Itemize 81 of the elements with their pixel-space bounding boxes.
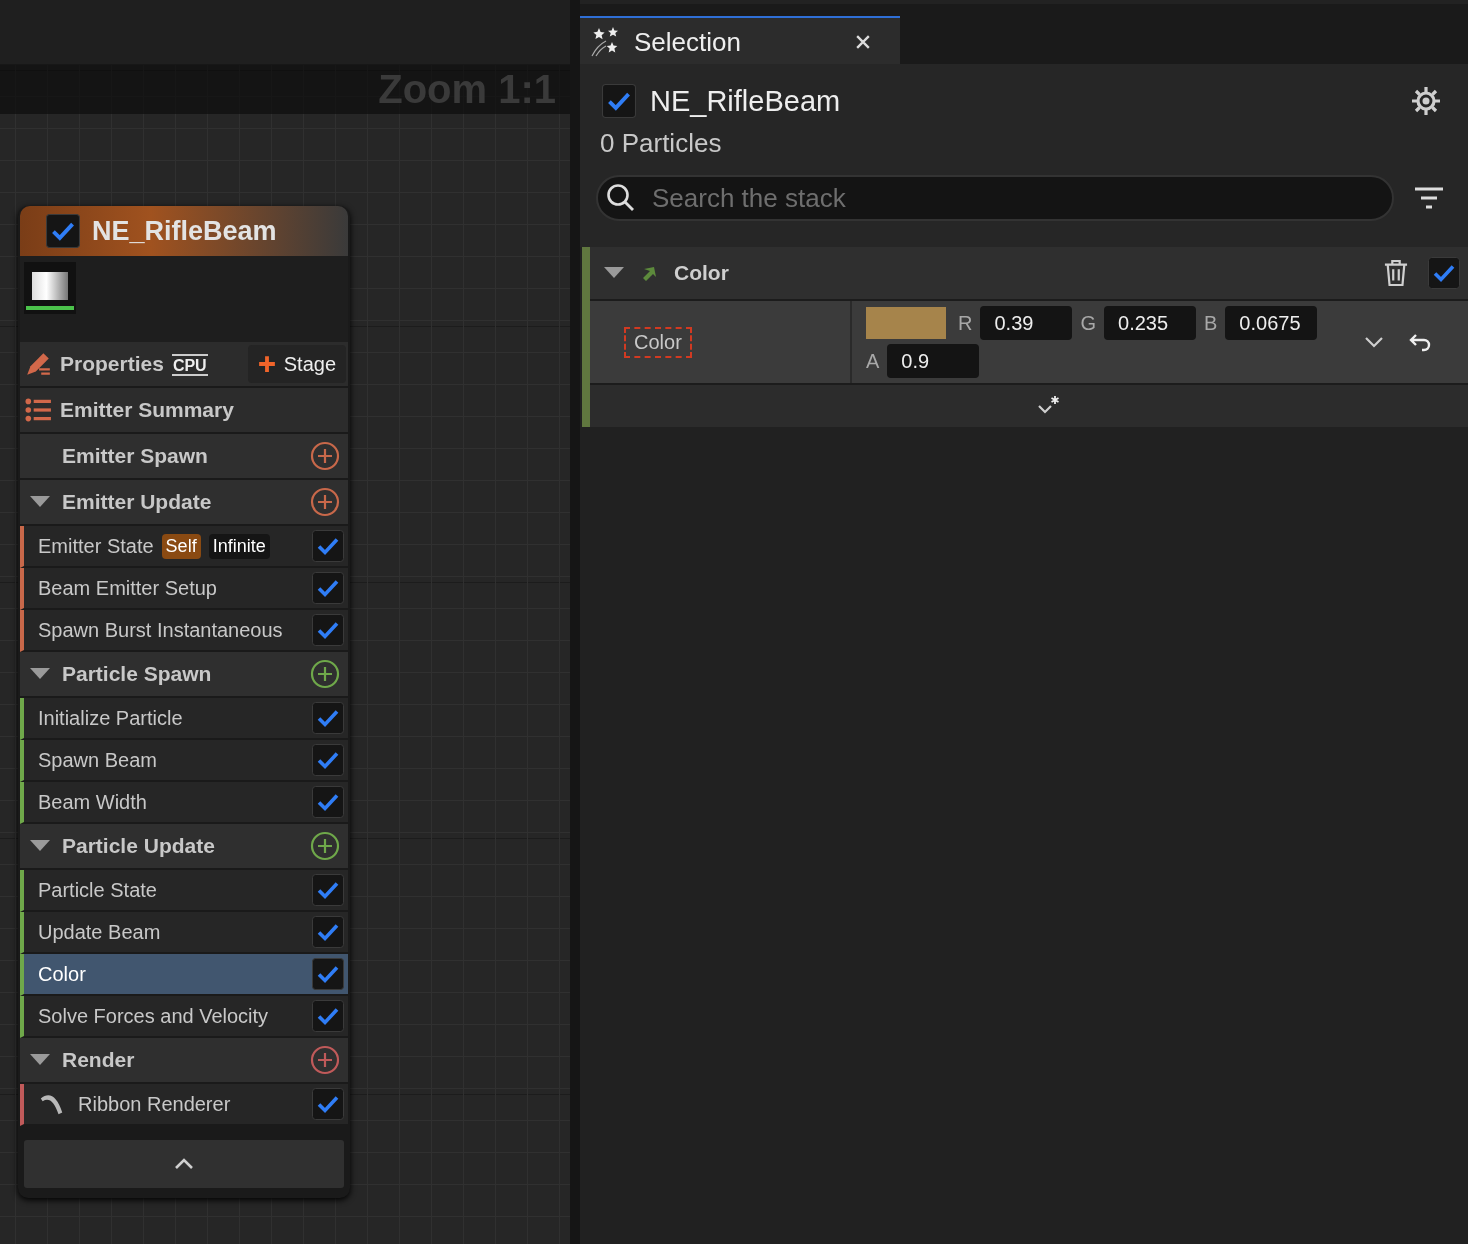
module-row[interactable]: Initialize Particle	[20, 698, 348, 740]
channel-label: B	[1204, 311, 1218, 335]
module-row[interactable]: Emitter State Self Infinite	[20, 526, 348, 568]
module-label: Update Beam	[38, 920, 161, 944]
module-tag: Infinite	[208, 533, 270, 559]
collapse-triangle-icon[interactable]	[30, 496, 50, 508]
module-row[interactable]: Beam Emitter Setup	[20, 568, 348, 610]
add-module-icon[interactable]	[310, 487, 340, 517]
collapse-triangle-icon[interactable]	[30, 668, 50, 680]
search-field[interactable]: Search the stack	[596, 175, 1394, 221]
module-label: Beam Width	[38, 790, 147, 814]
channel-value-field[interactable]: 0.235	[1104, 306, 1196, 340]
collapse-triangle-icon[interactable]	[30, 840, 50, 852]
module-checkbox[interactable]	[312, 744, 344, 776]
module-checkbox[interactable]	[312, 702, 344, 734]
module-row[interactable]: Spawn Burst Instantaneous	[20, 610, 348, 652]
channel-label: R	[958, 311, 973, 335]
module-row[interactable]: Spawn Beam	[20, 740, 348, 782]
plus-icon	[257, 355, 276, 373]
channel-value-field[interactable]: 0.0675	[1225, 306, 1318, 340]
list-icon	[24, 396, 52, 424]
module-tag: Self	[161, 533, 201, 559]
module-row[interactable]: Particle State	[20, 870, 348, 912]
delete-icon[interactable]	[1384, 259, 1408, 287]
module-label: Spawn Beam	[38, 748, 157, 772]
add-module-icon[interactable]	[310, 659, 340, 689]
reset-arrow-icon[interactable]	[1408, 332, 1432, 352]
module-row[interactable]: Color	[20, 954, 348, 996]
pencil-icon	[24, 350, 52, 378]
properties-label[interactable]: Properties	[60, 352, 164, 376]
close-icon[interactable]	[856, 35, 870, 49]
settings-icon[interactable]	[1410, 85, 1442, 117]
enable-checkbox[interactable]	[46, 214, 80, 248]
module-label: Emitter State	[38, 534, 154, 558]
color-swatch[interactable]	[866, 307, 946, 339]
module-label: Color	[38, 962, 86, 986]
dropdown-chevron-icon[interactable]	[1364, 336, 1384, 348]
material-thumbnail	[24, 262, 76, 314]
module-checkbox[interactable]	[312, 786, 344, 818]
channel-label: A	[866, 349, 880, 373]
module-label: Initialize Particle	[38, 706, 183, 730]
module-title: Color	[674, 261, 729, 285]
channel-value-field[interactable]: 0.39	[980, 306, 1073, 340]
channel-value-field[interactable]: 0.9	[887, 344, 980, 378]
module-row[interactable]: Beam Width	[20, 782, 348, 824]
parameter-label: Color	[624, 326, 692, 358]
enable-checkbox[interactable]	[602, 84, 636, 118]
module-checkbox[interactable]	[312, 530, 344, 562]
module-checkbox[interactable]	[312, 572, 344, 604]
module-checkbox[interactable]	[312, 916, 344, 948]
module-row[interactable]: Update Beam	[20, 912, 348, 954]
channel-label: G	[1080, 311, 1096, 335]
module-row[interactable]: Solve Forces and Velocity	[20, 996, 348, 1038]
particle-count: 0 Particles	[580, 118, 1468, 169]
add-module-icon[interactable]	[310, 831, 340, 861]
module-checkbox[interactable]	[312, 1088, 344, 1120]
stage-group-label[interactable]: Render	[62, 1048, 135, 1072]
module-checkbox[interactable]	[312, 1000, 344, 1032]
emitter-name: NE_RifleBeam	[92, 215, 277, 247]
filter-icon[interactable]	[1414, 186, 1444, 210]
add-module-icon[interactable]	[310, 1045, 340, 1075]
module-row[interactable]: Ribbon Renderer	[20, 1084, 348, 1126]
emitter-name: NE_RifleBeam	[650, 84, 841, 118]
search-icon	[606, 183, 636, 213]
module-label: Ribbon Renderer	[78, 1092, 231, 1116]
module-label: Solve Forces and Velocity	[38, 1004, 269, 1028]
module-checkbox[interactable]	[312, 874, 344, 906]
chevron-up-icon	[174, 1158, 194, 1170]
sim-target-label: CPU	[171, 354, 208, 376]
module-checkbox[interactable]	[312, 614, 344, 646]
module-label: Particle State	[38, 878, 157, 902]
module-checkbox[interactable]	[1428, 257, 1460, 289]
emitter-node[interactable]	[18, 206, 350, 1198]
selection-tab[interactable]: Selection	[580, 16, 900, 66]
add-stage-button[interactable]: Stage	[247, 345, 346, 383]
module-label: Spawn Burst Instantaneous	[38, 618, 283, 642]
collapse-triangle-icon[interactable]	[30, 1054, 50, 1066]
module-label: Beam Emitter Setup	[38, 576, 217, 600]
add-module-icon[interactable]	[310, 441, 340, 471]
module-checkbox[interactable]	[312, 958, 344, 990]
collapse-triangle-icon[interactable]	[604, 267, 624, 279]
